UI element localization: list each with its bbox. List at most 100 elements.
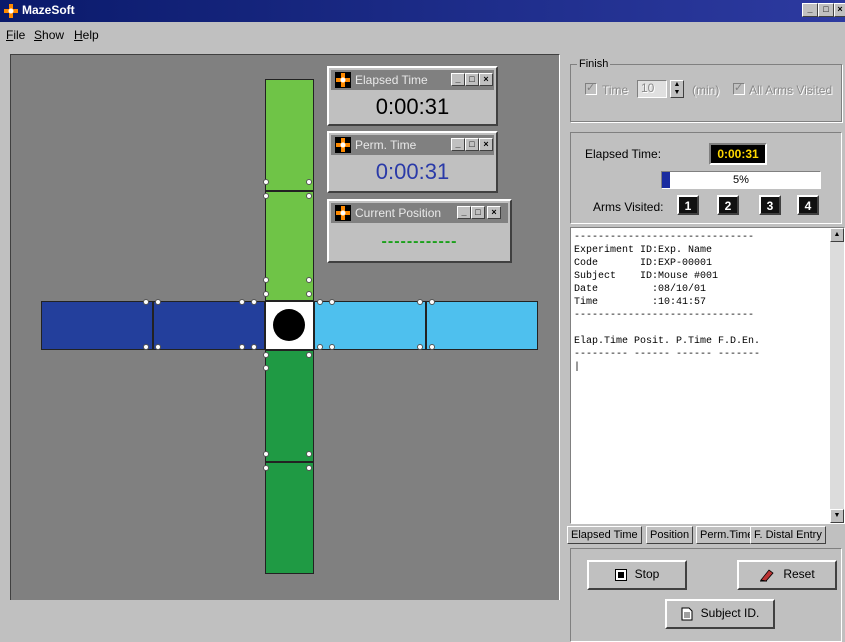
time-input[interactable]: 10 bbox=[637, 80, 667, 98]
reset-button[interactable]: Reset bbox=[737, 560, 837, 590]
sensor-dot bbox=[306, 451, 312, 457]
document-icon bbox=[681, 607, 693, 621]
menu-show[interactable]: Show bbox=[34, 28, 64, 42]
subject-marker bbox=[273, 309, 305, 341]
close-button[interactable]: × bbox=[487, 206, 501, 219]
status-bar bbox=[0, 600, 565, 642]
sensor-dot bbox=[143, 344, 149, 350]
sensor-dot bbox=[329, 299, 335, 305]
menu-file[interactable]: File bbox=[6, 28, 25, 42]
current-position-window-title: Current Position bbox=[355, 206, 442, 220]
elapsed-time-window-title: Elapsed Time bbox=[355, 73, 428, 87]
north-arm-distal bbox=[265, 79, 314, 191]
close-button[interactable]: × bbox=[479, 138, 493, 151]
app-icon bbox=[4, 4, 18, 18]
current-position-window-titlebar[interactable]: Current Position _ □ × bbox=[331, 203, 508, 223]
log-scrollbar[interactable]: ▲ ▼ bbox=[830, 228, 844, 523]
sensor-dot bbox=[263, 465, 269, 471]
maximize-button[interactable]: □ bbox=[465, 138, 479, 151]
east-arm-proximal bbox=[314, 301, 426, 350]
time-spinner[interactable]: ▲ ▼ bbox=[670, 80, 684, 98]
tab-distal-entry[interactable]: F. Distal Entry bbox=[750, 526, 826, 544]
scroll-up-button[interactable]: ▲ bbox=[830, 228, 844, 242]
tab-elapsed-time[interactable]: Elapsed Time bbox=[567, 526, 642, 544]
close-button[interactable]: × bbox=[479, 73, 493, 86]
perm-time-window-titlebar[interactable]: Perm. Time _ □ × bbox=[331, 135, 494, 155]
arm-badge-2: 2 bbox=[717, 195, 739, 215]
elapsed-time-window[interactable]: Elapsed Time _ □ × 0:00:31 bbox=[327, 66, 498, 126]
status-box: Elapsed Time: 0:00:31 5% Arms Visited: 1… bbox=[570, 132, 842, 224]
sensor-dot bbox=[429, 344, 435, 350]
finish-group: Finish Time 10 ▲▼ (min) All Arms Visited bbox=[570, 58, 842, 122]
sensor-dot bbox=[306, 179, 312, 185]
maze-icon bbox=[335, 205, 351, 221]
right-panel: Finish Time 10 ▲▼ (min) All Arms Visited… bbox=[565, 54, 845, 642]
all-arms-label: All Arms Visited bbox=[749, 83, 833, 97]
eraser-icon bbox=[760, 569, 774, 582]
maze-icon bbox=[335, 137, 351, 153]
time-label: Time bbox=[602, 83, 629, 97]
sensor-dot bbox=[417, 344, 423, 350]
sensor-dot bbox=[306, 193, 312, 199]
reset-label: Reset bbox=[783, 567, 815, 581]
sensor-dot bbox=[263, 291, 269, 297]
close-button[interactable]: × bbox=[834, 3, 845, 17]
menu-help[interactable]: Help bbox=[74, 28, 99, 42]
minimize-button[interactable]: _ bbox=[451, 138, 465, 151]
log-panel: ------------------------------ Experimen… bbox=[570, 227, 845, 524]
sensor-dot bbox=[429, 299, 435, 305]
current-position-value: ------------ bbox=[381, 233, 458, 250]
east-arm-distal bbox=[426, 301, 538, 350]
tab-perm-time[interactable]: Perm.Time bbox=[696, 526, 758, 544]
menu-bar: File Show Help bbox=[0, 22, 845, 46]
stop-button[interactable]: Stop bbox=[587, 560, 687, 590]
elapsed-time-display: 0:00:31 bbox=[709, 143, 767, 165]
all-arms-checkbox[interactable] bbox=[733, 81, 745, 95]
sensor-dot bbox=[317, 344, 323, 350]
subject-id-label: Subject ID. bbox=[700, 606, 760, 620]
tab-position[interactable]: Position bbox=[646, 526, 694, 544]
north-arm-proximal bbox=[265, 191, 314, 301]
perm-time-window[interactable]: Perm. Time _ □ × 0:00:31 bbox=[327, 131, 498, 193]
finish-legend: Finish bbox=[577, 58, 611, 70]
sensor-dot bbox=[251, 299, 257, 305]
sensor-dot bbox=[317, 299, 323, 305]
arms-visited-label: Arms Visited: bbox=[593, 200, 664, 214]
sensor-dot bbox=[263, 451, 269, 457]
maze-icon bbox=[335, 72, 351, 88]
minimize-button[interactable]: _ bbox=[802, 3, 818, 17]
sensor-dot bbox=[329, 344, 335, 350]
sensor-dot bbox=[417, 299, 423, 305]
subject-id-button[interactable]: Subject ID. bbox=[665, 599, 775, 629]
south-arm-proximal bbox=[265, 350, 314, 462]
progress-bar: 5% bbox=[661, 171, 821, 189]
scroll-down-button[interactable]: ▼ bbox=[830, 509, 844, 523]
sensor-dot bbox=[306, 291, 312, 297]
stop-label: Stop bbox=[634, 567, 660, 581]
elapsed-time-value: 0:00:31 bbox=[375, 94, 450, 119]
sensor-dot bbox=[263, 352, 269, 358]
sensor-dot bbox=[306, 277, 312, 283]
sensor-dot bbox=[263, 365, 269, 371]
elapsed-time-window-titlebar[interactable]: Elapsed Time _ □ × bbox=[331, 70, 494, 90]
maximize-button[interactable]: □ bbox=[818, 3, 834, 17]
stop-icon bbox=[614, 568, 627, 581]
sensor-dot bbox=[155, 344, 161, 350]
time-checkbox[interactable] bbox=[585, 81, 597, 95]
maximize-button[interactable]: □ bbox=[471, 206, 485, 219]
minimize-button[interactable]: _ bbox=[451, 73, 465, 86]
log-text[interactable]: ------------------------------ Experimen… bbox=[574, 231, 827, 521]
sensor-dot bbox=[263, 193, 269, 199]
maximize-button[interactable]: □ bbox=[465, 73, 479, 86]
perm-time-window-title: Perm. Time bbox=[355, 138, 417, 152]
sensor-dot bbox=[263, 277, 269, 283]
sensor-dot bbox=[263, 179, 269, 185]
sensor-dot bbox=[306, 352, 312, 358]
current-position-window[interactable]: Current Position _ □ × ------------ bbox=[327, 199, 512, 263]
time-unit: (min) bbox=[692, 83, 720, 97]
window-title: MazeSoft bbox=[22, 3, 75, 17]
minimize-button[interactable]: _ bbox=[457, 206, 471, 219]
sensor-dot bbox=[143, 299, 149, 305]
title-bar[interactable]: MazeSoft _ □ × bbox=[0, 0, 845, 22]
south-arm-distal bbox=[265, 462, 314, 574]
